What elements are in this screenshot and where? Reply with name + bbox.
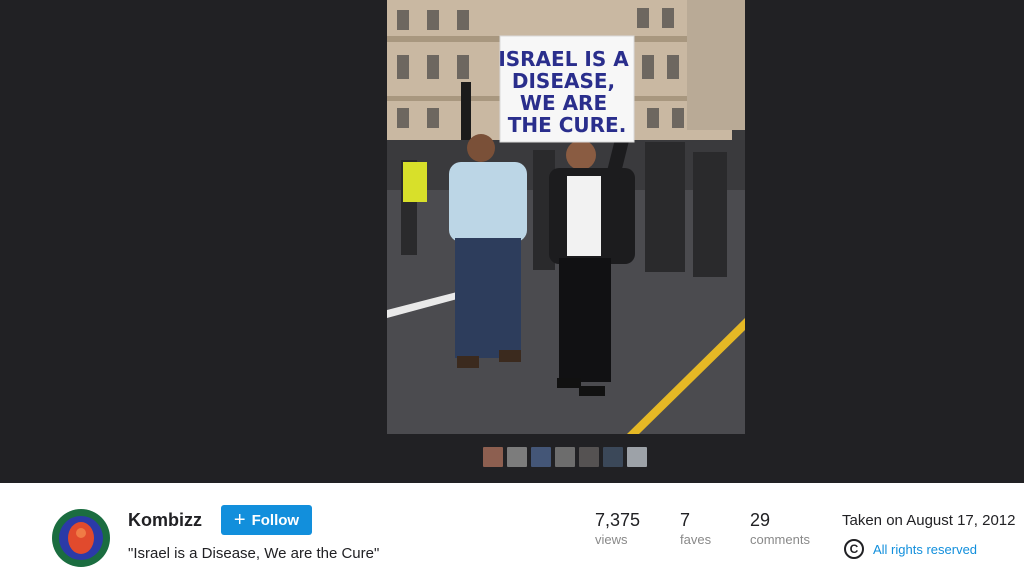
avatar-image — [52, 509, 110, 567]
sign-line-1: ISRAEL IS A — [498, 47, 629, 71]
photo-title: "Israel is a Disease, We are the Cure" — [128, 545, 380, 562]
comments-label: comments — [750, 532, 810, 547]
photo-info-bar: Kombizz + Follow "Israel is a Disease, W… — [0, 483, 1024, 569]
comments-count: 29 — [750, 510, 771, 530]
avatar[interactable] — [52, 509, 110, 567]
follow-label: Follow — [251, 511, 300, 529]
faves-count: 7 — [680, 510, 691, 530]
main-photo[interactable]: ISRAEL IS A DISEASE, WE ARE THE CURE. — [387, 0, 745, 434]
photo-illustration: ISRAEL IS A DISEASE, WE ARE THE CURE. — [387, 0, 745, 434]
views-label: views — [595, 532, 628, 547]
owner-name[interactable]: Kombizz — [128, 510, 202, 531]
sign-line-2: DISEASE, — [512, 69, 615, 93]
views-stat: 7,375 views — [595, 510, 640, 547]
filmstrip-thumbnail[interactable] — [483, 447, 503, 467]
follow-button[interactable]: + Follow — [221, 505, 312, 535]
photo-stage: ISRAEL IS A DISEASE, WE ARE THE CURE. — [0, 0, 1024, 483]
plus-icon: + — [233, 509, 246, 531]
filmstrip-thumbnail[interactable] — [555, 447, 575, 467]
filmstrip-thumbnail[interactable] — [579, 447, 599, 467]
faves-stat[interactable]: 7 faves — [680, 510, 711, 547]
filmstrip-thumbnail[interactable] — [531, 447, 551, 467]
sign-line-3: WE ARE — [520, 91, 607, 115]
svg-text:ISRAEL IS A DISEASE,: ISRAEL IS A DISEASE, WE ARE THE CURE. — [498, 47, 635, 137]
faves-label: faves — [680, 532, 712, 547]
comments-stat[interactable]: 29 comments — [750, 510, 810, 547]
copyright-icon: C — [844, 539, 864, 559]
photo-filmstrip — [483, 447, 647, 467]
views-count: 7,375 — [595, 510, 641, 530]
license-label[interactable]: All rights reserved — [873, 542, 977, 557]
filmstrip-thumbnail[interactable] — [507, 447, 527, 467]
license-info[interactable]: C All rights reserved — [844, 539, 977, 559]
sign-line-4: THE CURE. — [508, 113, 627, 137]
taken-date[interactable]: Taken on August 17, 2012 — [842, 512, 1015, 529]
filmstrip-thumbnail[interactable] — [603, 447, 623, 467]
filmstrip-thumbnail[interactable] — [627, 447, 647, 467]
